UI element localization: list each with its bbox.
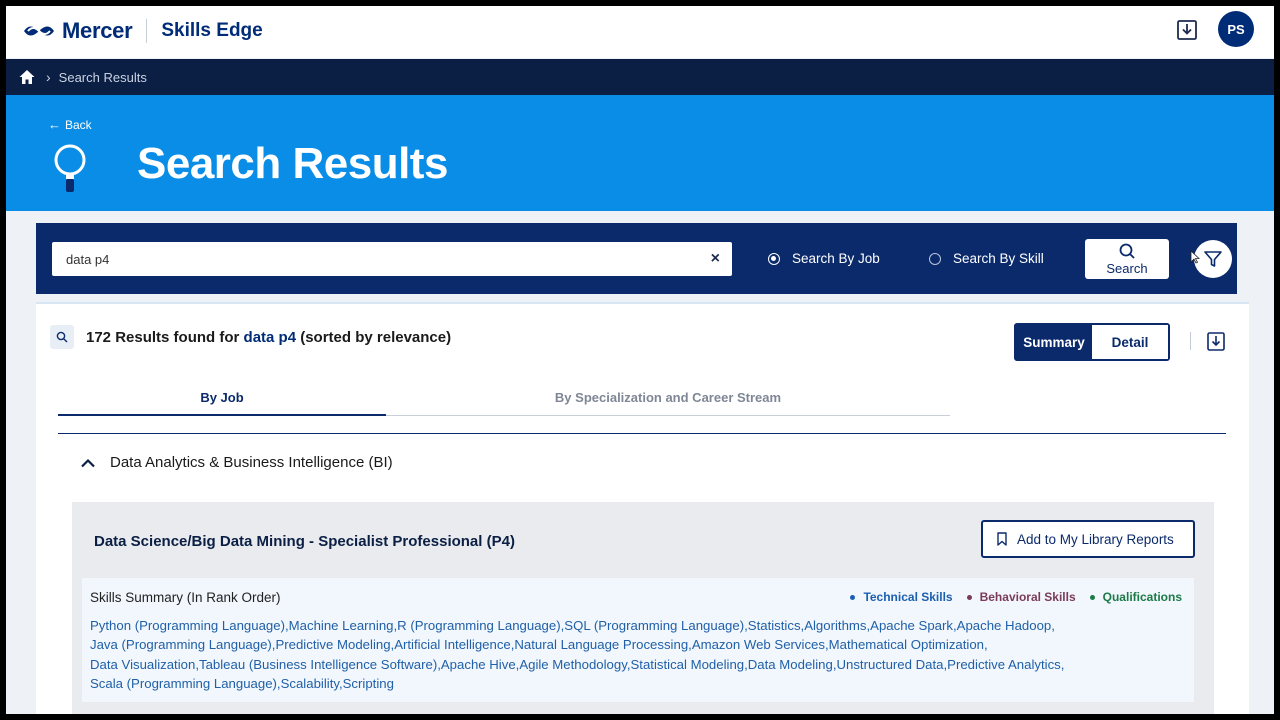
add-to-library-label: Add to My Library Reports [1017,531,1174,547]
results-panel: 172 Results found for data p4 (sorted by… [36,302,1249,714]
chevron-up-icon [81,458,95,467]
group-title: Data Analytics & Business Intelligence (… [110,454,393,471]
results-count-row: 172 Results found for data p4 (sorted by… [50,325,451,349]
top-bar: Mercer Skills Edge PS [6,6,1274,58]
tab-by-specialization[interactable]: By Specialization and Career Stream [386,390,950,405]
user-avatar[interactable]: PS [1218,11,1254,47]
skills-line: Java (Programming Language),Predictive M… [90,637,988,653]
radio-search-by-job[interactable]: Search By Job [768,251,880,266]
radio-label-skill: Search By Skill [953,251,1044,266]
download-icon[interactable] [1176,19,1198,41]
tab-by-job[interactable]: By Job [58,390,386,405]
job-title[interactable]: Data Science/Big Data Mining - Specialis… [94,533,515,550]
page-title: Search Results [137,139,448,188]
legend-dot [966,594,972,600]
add-to-library-button[interactable]: Add to My Library Reports [981,520,1195,558]
section-divider [58,433,1226,434]
job-card: Data Science/Big Data Mining - Specialis… [72,502,1214,714]
pointer-cursor-icon [1190,250,1200,264]
clear-icon[interactable]: × [711,250,720,268]
detail-view-button[interactable]: Detail [1092,325,1168,359]
legend-dot [1089,594,1095,600]
legend-label: Qualifications [1102,590,1182,604]
legend-qualifications: Qualifications [1089,590,1182,604]
back-link[interactable]: ← Back [48,117,92,132]
breadcrumb: › Search Results [6,59,1274,95]
skills-line: Python (Programming Language),Machine Le… [90,618,1055,633]
logo-divider [146,19,148,43]
results-search-icon [50,325,74,349]
skills-legend: Technical Skills Behavioral Skills Quali… [836,590,1182,604]
results-count: 172 [86,328,112,346]
home-icon[interactable] [18,68,36,86]
summary-view-button[interactable]: Summary [1016,325,1092,359]
radio-label-job: Search By Job [792,251,880,266]
breadcrumb-current: Search Results [58,69,147,85]
page-hero: ← Back Search Results [6,95,1274,211]
mercer-logo-icon [24,26,54,36]
toolbar-divider [1190,332,1191,350]
search-button[interactable]: Search [1085,239,1169,279]
results-tabs: By Job By Specialization and Career Stre… [58,382,950,416]
brand-name: Mercer [62,18,133,43]
results-summary: 172 Results found for data p4 (sorted by… [86,329,451,346]
skills-line: Data Visualization,Tableau (Business Int… [90,656,1065,672]
skills-list: Python (Programming Language),Machine Le… [90,616,1180,694]
logo[interactable]: Mercer Skills Edge [22,18,263,44]
bookmark-icon [997,532,1007,546]
panel-divider [36,302,1249,304]
active-tab-indicator [58,414,386,416]
download-icon[interactable] [1206,330,1226,352]
legend-behavioral: Behavioral Skills [966,590,1076,604]
search-bar: × Search By Job Search By Skill Search [36,223,1237,294]
filter-icon [1204,251,1222,267]
group-header[interactable]: Data Analytics & Business Intelligence (… [80,454,393,471]
results-query: data p4 [243,328,297,346]
search-field: × [52,242,732,276]
search-button-label: Search [1106,260,1148,276]
results-text-end: (sorted by relevance) [296,328,452,346]
radio-unselected-icon [929,252,941,265]
search-icon [1119,243,1135,259]
skills-summary: Skills Summary (In Rank Order) Technical… [82,578,1194,702]
skills-line: Scala (Programming Language),Scalability… [90,676,394,692]
results-text-mid: Results found for [111,328,244,346]
legend-label: Technical Skills [863,590,953,604]
legend-dot [850,594,856,600]
search-input[interactable] [66,251,686,267]
back-arrow-icon: ← [48,117,61,132]
magnifier-illustration-icon [54,144,86,192]
legend-technical: Technical Skills [850,590,953,604]
skills-heading: Skills Summary (In Rank Order) [90,590,281,605]
back-label: Back [65,117,92,132]
chevron-right-icon: › [46,69,51,85]
radio-selected-icon [768,252,780,265]
legend-label: Behavioral Skills [979,590,1076,604]
radio-search-by-skill[interactable]: Search By Skill [929,251,1044,266]
product-name: Skills Edge [161,20,263,41]
app-window: Mercer Skills Edge PS › Search Results ←… [6,6,1274,714]
view-toggle: Summary Detail [1014,323,1170,361]
